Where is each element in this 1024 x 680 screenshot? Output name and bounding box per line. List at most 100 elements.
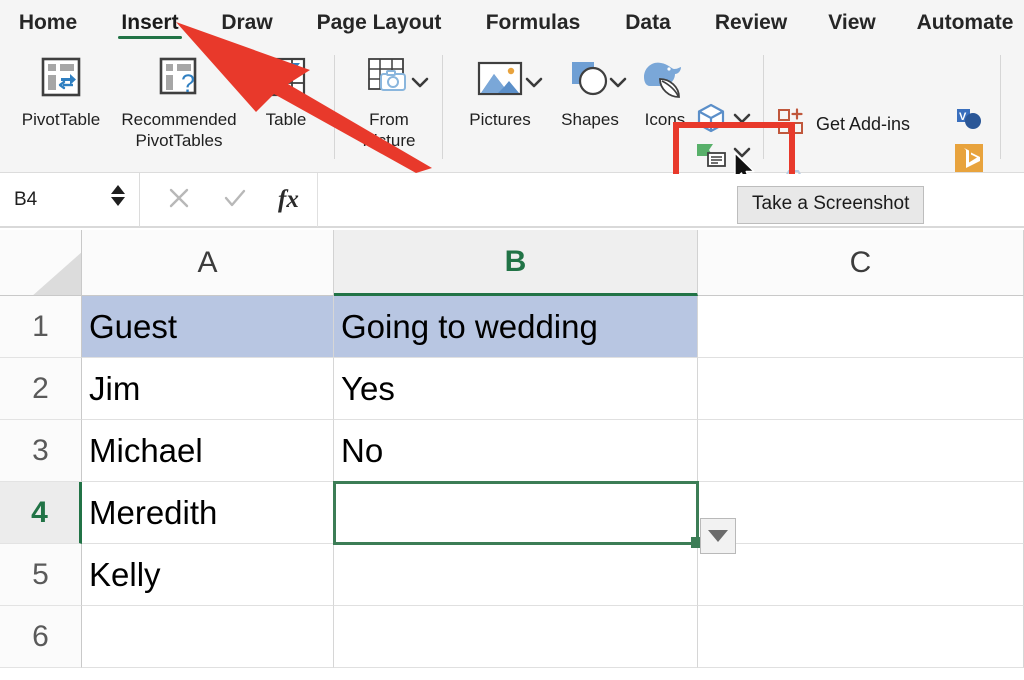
column-header-a-label: A xyxy=(197,245,218,279)
insert-function-fx-icon[interactable]: fx xyxy=(278,186,299,214)
cell-c1[interactable] xyxy=(698,296,1024,358)
pictures-icon xyxy=(474,57,526,106)
row-header-6-label: 6 xyxy=(32,619,49,653)
pictures-chevron-down-icon[interactable] xyxy=(524,75,544,94)
cancel-x-icon[interactable] xyxy=(166,185,192,216)
column-header-c-label: C xyxy=(849,245,872,279)
get-add-ins-button[interactable]: Get Add-ins xyxy=(776,107,910,142)
ribbon-tabbar: Home Insert Draw Page Layout Formulas Da… xyxy=(0,0,1024,45)
3d-models-chevron-down-icon[interactable] xyxy=(732,111,752,130)
ribbon-separator-2 xyxy=(442,55,443,159)
cell-a2[interactable]: Jim xyxy=(82,358,334,420)
visio-data-visualizer-icon[interactable]: V xyxy=(954,105,984,140)
recommended-pivottables-label: Recommended PivotTables xyxy=(121,110,237,150)
tab-automate[interactable]: Automate xyxy=(900,0,1024,45)
spinner-down-icon[interactable] xyxy=(111,197,125,206)
cell-b3[interactable]: No xyxy=(334,420,698,482)
tab-active-underline xyxy=(118,36,182,39)
svg-text:V: V xyxy=(959,111,967,123)
smartart-chevron-down-icon[interactable] xyxy=(732,145,752,164)
tab-formulas[interactable]: Formulas xyxy=(468,0,598,45)
cell-b2[interactable]: Yes xyxy=(334,358,698,420)
row-header-1[interactable]: 1 xyxy=(0,296,82,358)
row-header-4-label: 4 xyxy=(31,495,48,529)
icons-button[interactable]: Icons xyxy=(630,55,700,130)
cell-c2[interactable] xyxy=(698,358,1024,420)
cell-a4[interactable]: Meredith xyxy=(82,482,334,544)
3d-models-button[interactable] xyxy=(694,101,728,140)
column-header-a[interactable]: A xyxy=(82,230,334,296)
screenshot-tooltip: Take a Screenshot xyxy=(737,186,925,224)
cell-b4[interactable] xyxy=(334,482,698,544)
tab-insert[interactable]: Insert xyxy=(100,0,200,45)
name-box[interactable]: B4 xyxy=(0,173,140,227)
get-add-ins-label: Get Add-ins xyxy=(816,114,911,134)
tab-home-label: Home xyxy=(18,11,78,34)
screenshot-tooltip-text: Take a Screenshot xyxy=(752,193,910,214)
cell-a1[interactable]: Guest xyxy=(82,296,334,358)
excel-window: Home Insert Draw Page Layout Formulas Da… xyxy=(0,0,1024,680)
table-from-picture-button[interactable]: From Picture xyxy=(344,53,434,151)
row-header-6[interactable]: 6 xyxy=(0,606,82,668)
table-icon xyxy=(262,53,310,106)
cell-c5[interactable] xyxy=(698,544,1024,606)
cell-a1-text: Guest xyxy=(89,307,178,345)
cell-a3[interactable]: Michael xyxy=(82,420,334,482)
row-header-2-label: 2 xyxy=(32,371,49,405)
data-validation-dropdown[interactable] xyxy=(700,518,736,554)
cell-c3[interactable] xyxy=(698,420,1024,482)
pivottable-button[interactable]: PivotTable xyxy=(6,53,116,130)
smartart-icon xyxy=(697,144,726,167)
row-header-4[interactable]: 4 xyxy=(0,482,82,544)
name-box-value: B4 xyxy=(14,189,38,210)
pivottable-icon xyxy=(37,53,85,106)
shapes-chevron-down-icon[interactable] xyxy=(608,75,628,94)
row-header-2[interactable]: 2 xyxy=(0,358,82,420)
name-box-spinner[interactable] xyxy=(111,185,125,206)
spinner-up-icon[interactable] xyxy=(111,185,125,194)
tab-review[interactable]: Review xyxy=(698,0,804,45)
cell-c4[interactable] xyxy=(698,482,1024,544)
cell-a6[interactable] xyxy=(82,606,334,668)
ribbon: PivotTable ? Recommended PivotTables Tab… xyxy=(0,45,1024,210)
cell-b1[interactable]: Going to wedding xyxy=(334,296,698,358)
smartart-button[interactable] xyxy=(694,141,728,176)
cell-a5[interactable]: Kelly xyxy=(82,544,334,606)
cube-icon xyxy=(697,103,725,133)
table-from-picture-chevron-down-icon[interactable] xyxy=(410,75,430,94)
recommended-pivottables-button[interactable]: ? Recommended PivotTables xyxy=(112,53,246,151)
row-header-5-label: 5 xyxy=(32,557,49,591)
tab-home[interactable]: Home xyxy=(0,0,96,45)
svg-text:?: ? xyxy=(181,70,195,98)
dropdown-caret-icon xyxy=(708,530,728,542)
tab-insert-label: Insert xyxy=(121,11,179,34)
table-button[interactable]: Table xyxy=(248,53,324,130)
ribbon-separator-3 xyxy=(763,55,764,159)
tab-review-label: Review xyxy=(714,11,788,34)
shapes-label: Shapes xyxy=(561,110,619,129)
row-header-3[interactable]: 3 xyxy=(0,420,82,482)
tab-page-layout[interactable]: Page Layout xyxy=(296,0,462,45)
column-header-b[interactable]: B xyxy=(334,230,698,296)
row-header-5[interactable]: 5 xyxy=(0,544,82,606)
ribbon-separator-4 xyxy=(1000,55,1001,159)
formula-bar-controls: fx xyxy=(166,185,299,216)
cell-b6[interactable] xyxy=(334,606,698,668)
cell-b3-text: No xyxy=(341,431,384,469)
select-all-corner[interactable] xyxy=(0,230,82,296)
row-header-3-label: 3 xyxy=(32,433,49,467)
cell-b1-text: Going to wedding xyxy=(341,307,598,345)
tab-data[interactable]: Data xyxy=(604,0,692,45)
recommended-pivottables-icon: ? xyxy=(155,53,203,106)
tab-view[interactable]: View xyxy=(810,0,894,45)
cell-c6[interactable] xyxy=(698,606,1024,668)
column-header-b-label: B xyxy=(504,244,527,278)
tab-page-layout-label: Page Layout xyxy=(316,11,442,34)
cell-b5[interactable] xyxy=(334,544,698,606)
row-header-1-label: 1 xyxy=(32,309,49,343)
tab-draw[interactable]: Draw xyxy=(204,0,290,45)
column-header-c[interactable]: C xyxy=(698,230,1024,296)
pivottable-label: PivotTable xyxy=(21,110,101,129)
enter-check-icon[interactable] xyxy=(222,185,248,216)
tab-data-label: Data xyxy=(625,11,671,34)
